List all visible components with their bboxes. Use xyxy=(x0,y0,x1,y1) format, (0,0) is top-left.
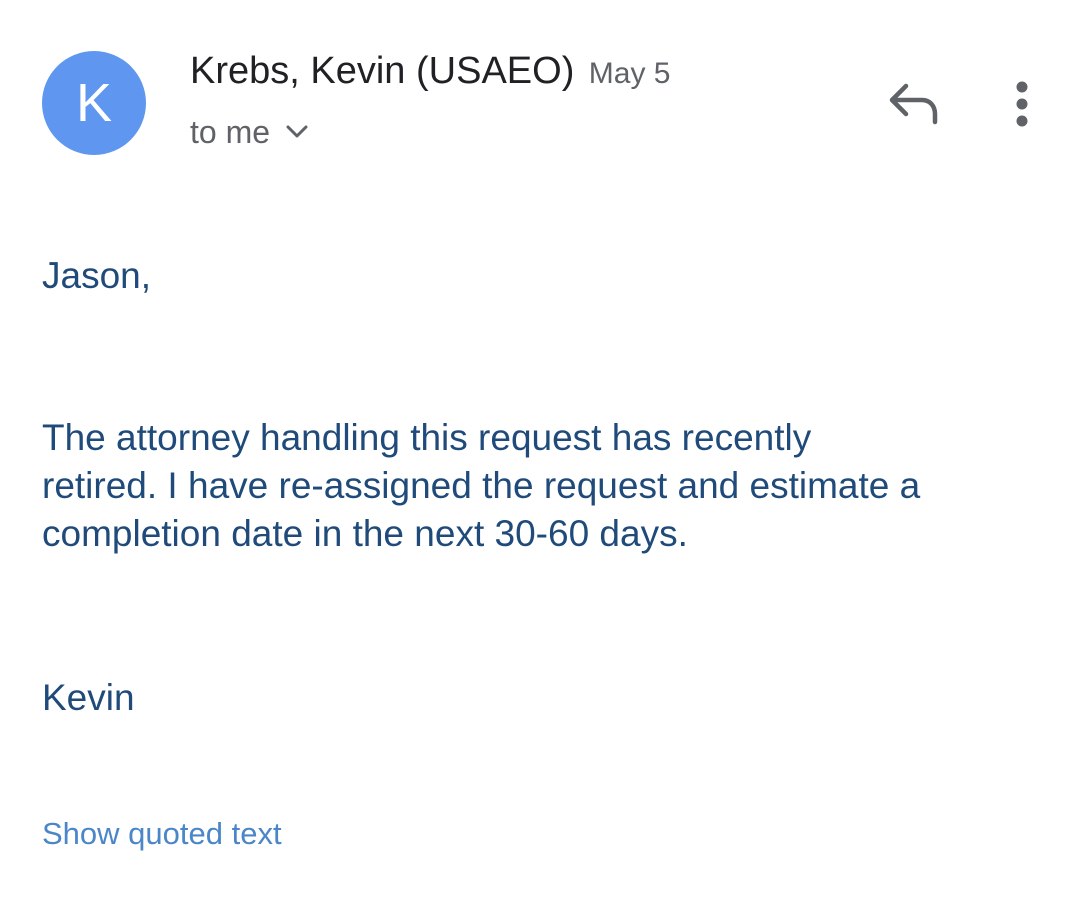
show-quoted-text-link[interactable]: Show quoted text xyxy=(42,816,282,852)
message-paragraph-line: completion date in the next 30-60 days. xyxy=(42,513,688,554)
sender-avatar[interactable]: K xyxy=(42,51,146,155)
message-paragraph-line: retired. I have re-assigned the request … xyxy=(42,465,921,506)
more-options-button[interactable] xyxy=(1006,80,1038,128)
message-signoff: Kevin xyxy=(42,677,135,718)
recipient-details-toggle[interactable]: to me xyxy=(190,114,308,151)
message-date: May 5 xyxy=(588,57,671,90)
message-greeting: Jason, xyxy=(42,255,152,296)
chevron-down-icon[interactable] xyxy=(286,125,308,144)
sender-line: Krebs, Kevin (USAEO) May 5 xyxy=(190,50,671,93)
reply-button[interactable] xyxy=(886,82,942,126)
reply-icon xyxy=(886,83,942,130)
sender-name[interactable]: Krebs, Kevin (USAEO) xyxy=(190,50,574,92)
more-vert-icon xyxy=(1006,81,1038,132)
recipient-label: to me xyxy=(190,114,271,150)
message-paragraph-line: The attorney handling this request has r… xyxy=(42,417,812,458)
